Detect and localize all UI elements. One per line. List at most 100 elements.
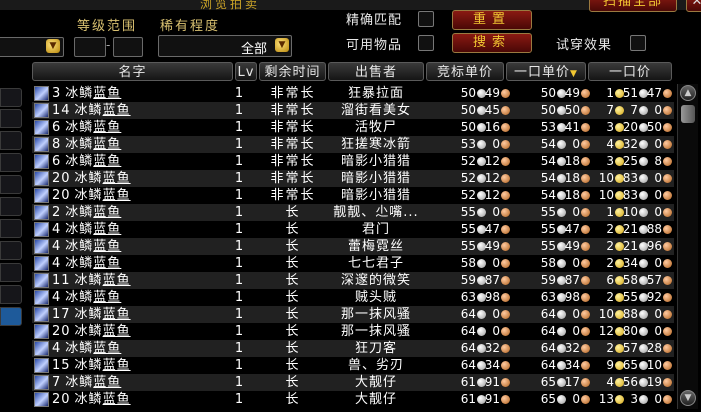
item-name[interactable]: 8 冰鳞蓝鱼 (52, 136, 121, 153)
auction-row[interactable]: 20 冰鳞蓝鱼 1 长 大靓仔 61 91 65 0 13 3 0 (32, 391, 674, 408)
auction-row[interactable]: 15 冰鳞蓝鱼 1 长 兽、劣刃 64 34 64 34 9 65 10 (32, 357, 674, 374)
auction-row[interactable]: 2 冰鳞蓝鱼 1 长 靓靓、尐嘴... 55 0 55 0 1 10 0 (32, 204, 674, 221)
item-icon[interactable] (34, 154, 49, 169)
category-tab[interactable] (0, 219, 22, 238)
item-icon[interactable] (34, 222, 49, 237)
item-icon[interactable] (34, 341, 49, 356)
category-tab[interactable] (0, 307, 22, 326)
item-icon[interactable] (34, 171, 49, 186)
silver-amount: 64 (460, 307, 476, 321)
auction-row[interactable]: 4 冰鳞蓝鱼 1 长 狂刀客 64 32 64 32 2 57 28 (32, 340, 674, 357)
auction-row[interactable]: 4 冰鳞蓝鱼 1 长 君门 55 47 55 47 2 21 88 (32, 221, 674, 238)
column-header-bid-unit[interactable]: 竞标单价 (426, 62, 504, 81)
usable-items-checkbox[interactable] (418, 35, 434, 51)
level-min-input[interactable] (74, 37, 106, 57)
item-name[interactable]: 20 冰鳞蓝鱼 (52, 391, 131, 408)
item-icon[interactable] (34, 120, 49, 135)
scan-all-button[interactable]: 扫描全部 (589, 0, 677, 12)
item-icon[interactable] (34, 256, 49, 271)
auction-row[interactable]: 6 冰鳞蓝鱼 1 非常长 暗影小猎猎 52 12 54 18 3 25 8 (32, 153, 674, 170)
item-name[interactable]: 20 冰鳞蓝鱼 (52, 323, 131, 340)
auction-row[interactable]: 20 冰鳞蓝鱼 1 长 那一抹风骚 64 0 64 0 12 80 0 (32, 323, 674, 340)
auction-row[interactable]: 11 冰鳞蓝鱼 1 长 深邃的微笑 59 87 59 87 6 58 57 (32, 272, 674, 289)
auction-row[interactable]: 20 冰鳞蓝鱼 1 非常长 暗影小猎猎 52 12 54 18 10 83 0 (32, 187, 674, 204)
copper-amount: 0 (492, 205, 500, 219)
column-header-buyout-unit[interactable]: 一口单价▼ (506, 62, 586, 81)
item-icon[interactable] (34, 103, 49, 118)
item-name[interactable]: 2 冰鳞蓝鱼 (52, 204, 121, 221)
item-quantity: 2 (52, 205, 62, 220)
item-icon[interactable] (34, 392, 49, 407)
seller-name: 那一抹风骚 (340, 307, 411, 322)
category-tab[interactable] (0, 88, 22, 107)
close-button[interactable]: ✕ (686, 0, 701, 12)
price-cell: 2 57 28 (590, 340, 674, 357)
column-header-buyout[interactable]: 一口价 (588, 62, 672, 81)
scroll-down-icon[interactable]: ▼ (680, 390, 696, 406)
item-name[interactable]: 4 冰鳞蓝鱼 (52, 255, 121, 272)
exact-match-checkbox[interactable] (418, 11, 434, 27)
item-name[interactable]: 4 冰鳞蓝鱼 (52, 340, 121, 357)
auction-row[interactable]: 6 冰鳞蓝鱼 1 非常长 活牧尸 50 16 53 41 3 20 50 (32, 119, 674, 136)
item-name[interactable]: 6 冰鳞蓝鱼 (52, 119, 121, 136)
item-icon[interactable] (34, 358, 49, 373)
item-icon[interactable] (34, 239, 49, 254)
item-icon[interactable] (34, 137, 49, 152)
column-header-seller[interactable]: 出售者 (328, 62, 424, 81)
item-icon[interactable] (34, 273, 49, 288)
scroll-thumb[interactable] (681, 105, 695, 123)
search-button[interactable]: 搜索 (452, 33, 532, 53)
category-tab[interactable] (0, 241, 22, 260)
category-tab[interactable] (0, 285, 22, 304)
item-name[interactable]: 20 冰鳞蓝鱼 (52, 170, 131, 187)
item-name[interactable]: 14 冰鳞蓝鱼 (52, 102, 131, 119)
auction-row[interactable]: 4 冰鳞蓝鱼 1 长 蕾梅霓丝 55 49 55 49 2 21 96 (32, 238, 674, 255)
item-name[interactable]: 6 冰鳞蓝鱼 (52, 153, 121, 170)
item-quantity: 4 (52, 239, 62, 254)
column-header-time-left[interactable]: 剩余时间 (259, 62, 326, 81)
item-name[interactable]: 3 冰鳞蓝鱼 (52, 85, 121, 102)
chevron-down-icon[interactable]: ▼ (46, 39, 60, 53)
item-icon[interactable] (34, 307, 49, 322)
price-cell: 52 12 (428, 170, 510, 187)
item-name[interactable]: 4 冰鳞蓝鱼 (52, 221, 121, 238)
item-name[interactable]: 20 冰鳞蓝鱼 (52, 187, 131, 204)
category-tab[interactable] (0, 131, 22, 150)
category-tab[interactable] (0, 263, 22, 282)
item-icon[interactable] (34, 188, 49, 203)
level-max-input[interactable] (113, 37, 143, 57)
category-tab[interactable] (0, 153, 22, 172)
item-name[interactable]: 4 冰鳞蓝鱼 (52, 238, 121, 255)
category-tab[interactable] (0, 175, 22, 194)
auction-row[interactable]: 8 冰鳞蓝鱼 1 非常长 狂搓寒冰箭 53 0 54 0 4 32 0 (32, 136, 674, 153)
item-icon[interactable] (34, 324, 49, 339)
column-header-name[interactable]: 名字 (32, 62, 233, 81)
try-on-checkbox[interactable] (630, 35, 646, 51)
item-name[interactable]: 11 冰鳞蓝鱼 (52, 272, 131, 289)
item-icon[interactable] (34, 290, 49, 305)
category-tab[interactable] (0, 109, 22, 128)
item-icon[interactable] (34, 205, 49, 220)
auction-row[interactable]: 4 冰鳞蓝鱼 1 长 七七君子 58 0 58 0 2 34 0 (32, 255, 674, 272)
item-name[interactable]: 4 冰鳞蓝鱼 (52, 289, 121, 306)
category-tab[interactable] (0, 197, 22, 216)
reset-button[interactable]: 重置 (452, 10, 532, 30)
column-header-level[interactable]: Lv (235, 62, 257, 81)
silver-amount: 55 (540, 239, 556, 253)
rarity-dropdown[interactable]: 全部 ▼ (158, 35, 292, 57)
scroll-up-icon[interactable]: ▲ (680, 85, 696, 101)
auction-row[interactable]: 20 冰鳞蓝鱼 1 非常长 暗影小猎猎 52 12 54 18 10 83 0 (32, 170, 674, 187)
item-icon[interactable] (34, 86, 49, 101)
item-name[interactable]: 17 冰鳞蓝鱼 (52, 306, 131, 323)
chevron-down-icon[interactable]: ▼ (275, 38, 289, 52)
auction-row[interactable]: 17 冰鳞蓝鱼 1 长 那一抹风骚 64 0 64 0 10 88 0 (32, 306, 674, 323)
auction-row[interactable]: 4 冰鳞蓝鱼 1 长 贼头贼 63 98 63 98 2 55 92 (32, 289, 674, 306)
auction-row[interactable]: 14 冰鳞蓝鱼 1 非常长 溜街看美女 50 45 50 50 7 7 0 (32, 102, 674, 119)
item-icon[interactable] (34, 375, 49, 390)
time-left: 非常长 (270, 86, 316, 101)
item-name[interactable]: 15 冰鳞蓝鱼 (52, 357, 131, 374)
auction-row[interactable]: 3 冰鳞蓝鱼 1 非常长 狂暴拉面 50 49 50 49 1 51 47 (32, 85, 674, 102)
auction-row[interactable]: 7 冰鳞蓝鱼 1 长 大靓仔 61 91 65 17 4 56 19 (32, 374, 674, 391)
scrollbar[interactable]: ▲ ▼ (677, 84, 698, 409)
item-name[interactable]: 7 冰鳞蓝鱼 (52, 374, 121, 391)
